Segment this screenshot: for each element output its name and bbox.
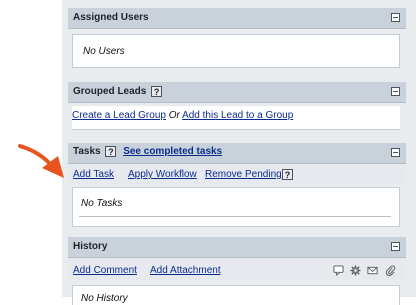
help-icon[interactable]: ? (282, 169, 293, 180)
grouped-leads-title-wrap: Grouped Leads ? (73, 86, 163, 98)
add-to-group-link[interactable]: Add this Lead to a Group (182, 110, 293, 121)
tasks-actions-bar: Add Task Apply Workflow Remove Pending ? (68, 164, 406, 184)
collapse-icon[interactable] (391, 148, 400, 157)
tasks-title: Tasks (73, 146, 101, 158)
help-icon[interactable]: ? (105, 146, 117, 157)
collapse-icon[interactable] (391, 13, 400, 22)
no-history-text: No History (81, 293, 128, 304)
assigned-users-panel: Assigned Users No Users (68, 8, 406, 68)
mail-icon[interactable] (367, 265, 378, 276)
assigned-users-header: Assigned Users (68, 8, 406, 29)
remove-pending-link[interactable]: Remove Pending (205, 169, 282, 180)
grouped-leads-header: Grouped Leads ? (68, 82, 406, 103)
gear-icon[interactable] (350, 265, 361, 276)
history-header: History (68, 237, 406, 258)
collapse-icon[interactable] (391, 242, 400, 251)
see-completed-tasks-link[interactable]: See completed tasks (123, 146, 222, 157)
add-attachment-link[interactable]: Add Attachment (150, 265, 221, 276)
history-content: No History (72, 285, 400, 305)
apply-workflow-link[interactable]: Apply Workflow (128, 169, 197, 180)
tasks-header: Tasks ? See completed tasks (68, 143, 406, 164)
help-icon[interactable]: ? (151, 86, 163, 97)
grouped-leads-links: Create a Lead Group Or Add this Lead to … (72, 110, 293, 121)
grouped-leads-panel: Grouped Leads ? Create a Lead Group Or A… (68, 82, 406, 130)
divider (79, 216, 391, 217)
annotation-arrow (18, 144, 64, 178)
create-lead-group-link[interactable]: Create a Lead Group (72, 110, 166, 121)
no-tasks-text: No Tasks (81, 198, 123, 209)
grouped-leads-content: Create a Lead Group Or Add this Lead to … (72, 106, 400, 130)
tasks-title-wrap: Tasks ? See completed tasks (73, 146, 222, 157)
no-users-text: No Users (83, 46, 125, 57)
add-comment-link[interactable]: Add Comment (73, 265, 137, 276)
comment-icon[interactable] (333, 265, 344, 276)
tasks-panel: Tasks ? See completed tasks Add Task App… (68, 143, 406, 227)
assigned-users-title: Assigned Users (73, 12, 149, 23)
or-text: Or (168, 110, 180, 121)
collapse-icon[interactable] (391, 87, 400, 96)
assigned-users-content: No Users (72, 34, 400, 68)
add-task-link[interactable]: Add Task (73, 169, 114, 180)
attachment-icon[interactable] (385, 265, 396, 276)
history-title: History (73, 241, 108, 252)
tasks-content: No Tasks (72, 187, 400, 227)
grouped-leads-title: Grouped Leads (73, 86, 147, 98)
